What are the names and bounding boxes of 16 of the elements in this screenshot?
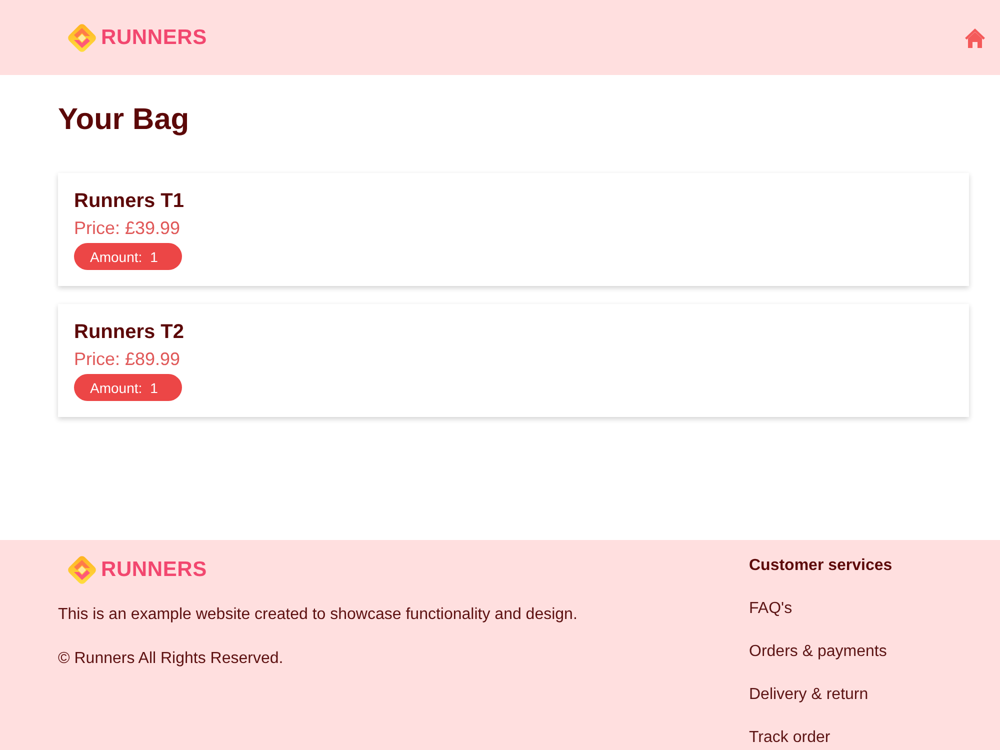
home-link[interactable] bbox=[964, 26, 986, 48]
footer-link[interactable]: Delivery & return bbox=[749, 685, 868, 705]
product-price: Price: £89.99 bbox=[74, 348, 180, 371]
footer-heading: Customer services bbox=[749, 556, 892, 576]
product-price: Price: £39.99 bbox=[74, 217, 180, 240]
footer-link[interactable]: Track order bbox=[749, 728, 830, 748]
copyright-text: © Runners All Rights Reserved. bbox=[58, 649, 284, 669]
footer-description: This is an example website created to showcase functionality and design. bbox=[58, 605, 578, 625]
footer-link[interactable]: FAQ's bbox=[749, 599, 792, 619]
amount-button[interactable]: Amount: 1 bbox=[74, 243, 182, 270]
product-name: Runners T2 bbox=[74, 320, 184, 345]
home-icon bbox=[964, 26, 986, 48]
page-title: Your Bag bbox=[58, 102, 190, 138]
amount-button[interactable]: Amount: 1 bbox=[74, 374, 182, 401]
footer-link[interactable]: Orders & payments bbox=[749, 642, 887, 662]
product-name: Runners T1 bbox=[74, 189, 184, 214]
